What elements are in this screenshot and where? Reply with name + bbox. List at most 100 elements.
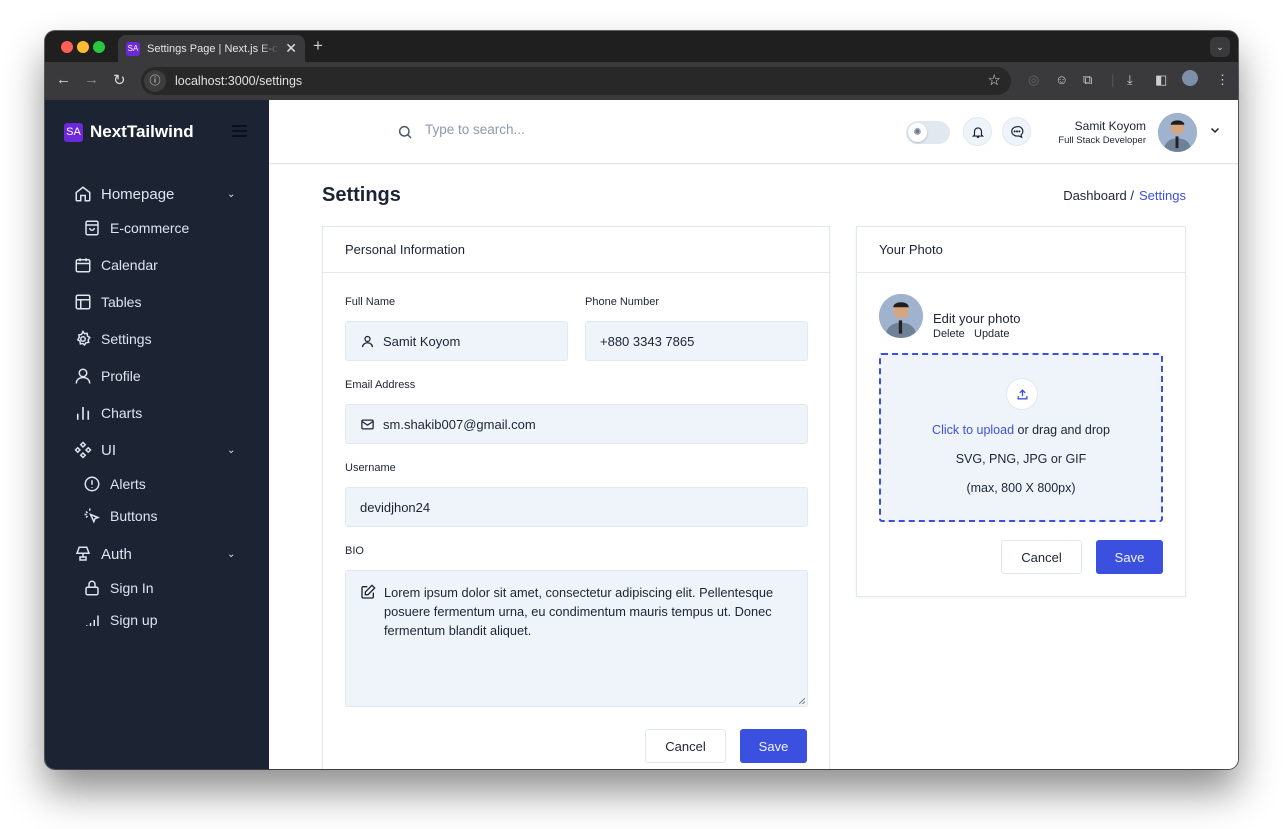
breadcrumb: Dashboard / Settings — [1063, 188, 1186, 203]
signal-icon — [86, 615, 99, 626]
save-button[interactable]: Save — [740, 729, 807, 763]
sync-icon[interactable]: ◎ — [1028, 72, 1039, 88]
brand-logo: SA — [64, 122, 83, 142]
bar-chart-icon — [76, 407, 90, 420]
brand-name: NextTailwind — [90, 122, 194, 141]
address-bar[interactable]: ⓘ localhost:3000/settings ☆ — [141, 67, 1011, 95]
chevron-down-icon[interactable]: ⌄ — [227, 445, 235, 456]
upload-instructions: Click to upload or drag and drop — [881, 423, 1161, 437]
dark-mode-toggle[interactable]: ✺ — [906, 121, 950, 144]
sidebar-item-ui[interactable]: UI — [74, 441, 116, 459]
sidebar-item-label: Settings — [101, 331, 152, 347]
calendar-icon — [75, 258, 91, 273]
toolbar-divider: | — [1111, 72, 1115, 87]
sidebar-item-ecommerce[interactable]: E-commerce — [83, 219, 189, 237]
maximize-window-button[interactable] — [93, 41, 105, 53]
search-input[interactable] — [425, 122, 725, 137]
breadcrumb-dashboard[interactable]: Dashboard / — [1063, 188, 1134, 203]
cancel-button[interactable]: Cancel — [1001, 540, 1082, 574]
avatar[interactable] — [1158, 113, 1197, 152]
browser-toolbar: ← → ↻ ⓘ localhost:3000/settings ☆ ◎ ☺ ⧉ … — [45, 62, 1238, 100]
sidebar-item-buttons[interactable]: Buttons — [83, 507, 157, 525]
phone-label: Phone Number — [585, 296, 659, 308]
sidebar-item-charts[interactable]: Charts — [74, 404, 142, 422]
username-field[interactable]: devidjhon24 — [345, 487, 808, 527]
extension-icon[interactable]: ⧉ — [1083, 72, 1092, 88]
sidebar-item-label: Sign In — [110, 580, 154, 596]
update-photo-button[interactable]: Update — [974, 328, 1009, 340]
chevron-down-icon[interactable]: ⌄ — [227, 189, 235, 200]
menu-icon[interactable]: ⋮ — [1216, 72, 1229, 88]
save-button[interactable]: Save — [1096, 540, 1163, 574]
brand[interactable]: SA NextTailwind — [64, 122, 194, 142]
card-heading: Personal Information — [323, 227, 829, 273]
sidebar-item-profile[interactable]: Profile — [74, 367, 141, 385]
minimize-window-button[interactable] — [77, 41, 89, 53]
lock-icon — [85, 580, 99, 596]
drag-drop-text: or drag and drop — [1014, 423, 1110, 437]
url-text[interactable]: localhost:3000/settings — [175, 74, 302, 88]
app: SA NextTailwind Homepage ⌄ E-commerce Ca… — [45, 100, 1238, 769]
profile-icon[interactable] — [1182, 70, 1198, 86]
tab-strip: SA Settings Page | Next.js E-commerce ✕ … — [45, 31, 1238, 62]
home-icon — [75, 186, 91, 202]
page-title: Settings — [322, 184, 401, 206]
click-to-upload-link[interactable]: Click to upload — [932, 423, 1014, 437]
full-name-field[interactable]: Samit Koyom — [345, 321, 568, 361]
sidebar-item-homepage[interactable]: Homepage — [74, 185, 174, 203]
reload-icon[interactable]: ↻ — [113, 71, 126, 89]
email-field[interactable]: sm.shakib007@gmail.com — [345, 404, 808, 444]
new-tab-icon[interactable]: + — [313, 36, 323, 56]
sidebar-item-label: Tables — [101, 294, 142, 310]
download-icon[interactable]: ⤓ — [1127, 72, 1133, 88]
hamburger-icon[interactable] — [232, 125, 247, 140]
star-icon[interactable]: ☆ — [988, 71, 1001, 89]
search-icon[interactable] — [397, 124, 413, 140]
upload-formats: SVG, PNG, JPG or GIF — [955, 452, 1087, 466]
edit-icon — [361, 584, 376, 599]
forward-icon[interactable]: → — [84, 71, 99, 88]
info-icon[interactable]: ⓘ — [144, 70, 166, 92]
sidebar-item-sign-up[interactable]: Sign up — [83, 611, 157, 629]
sidebar-item-settings[interactable]: Settings — [74, 330, 152, 348]
phone-value: +880 3343 7865 — [600, 333, 695, 349]
chevron-down-icon[interactable]: ⌄ — [227, 549, 235, 560]
close-window-button[interactable] — [61, 41, 73, 53]
photo-avatar — [879, 294, 923, 338]
cancel-button[interactable]: Cancel — [645, 729, 726, 763]
file-upload-dropzone[interactable]: Click to upload or drag and drop SVG, PN… — [879, 353, 1163, 522]
full-name-label: Full Name — [345, 296, 396, 308]
tab-close-icon[interactable]: ✕ — [285, 40, 297, 57]
email-value: sm.shakib007@gmail.com — [383, 416, 536, 432]
sidebar: SA NextTailwind Homepage ⌄ E-commerce Ca… — [45, 100, 269, 769]
extension-avatar-icon[interactable]: ☺ — [1055, 72, 1068, 87]
user-role: Full Stack Developer — [1058, 135, 1146, 146]
tab-search-icon[interactable]: ⌄ — [1210, 37, 1230, 57]
sidebar-item-label: Buttons — [110, 508, 158, 524]
user-icon — [75, 368, 91, 384]
username-value: devidjhon24 — [360, 499, 431, 515]
browser-tab[interactable]: SA Settings Page | Next.js E-commerce ✕ — [118, 35, 305, 62]
sidebar-item-auth[interactable]: Auth — [74, 545, 132, 563]
full-name-value: Samit Koyom — [383, 333, 461, 349]
messages-button[interactable] — [1002, 117, 1031, 146]
upload-max-size: (max, 800 X 800px) — [966, 481, 1076, 495]
bio-textarea[interactable]: Lorem ipsum dolor sit amet, consectetur … — [345, 570, 808, 707]
sidebar-item-calendar[interactable]: Calendar — [74, 256, 158, 274]
card-heading: Your Photo — [857, 227, 1185, 273]
chevron-down-icon[interactable] — [1209, 124, 1221, 136]
resize-handle[interactable] — [799, 698, 805, 704]
back-icon[interactable]: ← — [56, 71, 71, 88]
tab-title: Settings Page | Next.js E-commerce — [147, 42, 279, 55]
username-label: Username — [345, 462, 396, 474]
sidebar-item-sign-in[interactable]: Sign In — [83, 579, 154, 597]
sidepanel-icon[interactable]: ◧ — [1155, 72, 1167, 88]
pointer-click-icon — [84, 508, 101, 524]
sidebar-item-tables[interactable]: Tables — [74, 293, 141, 311]
tab-favicon: SA — [126, 41, 140, 56]
phone-field[interactable]: +880 3343 7865 — [585, 321, 808, 361]
notification-button[interactable] — [963, 117, 992, 146]
delete-photo-button[interactable]: Delete — [933, 328, 965, 340]
personal-info-card: Personal Information Full Name Samit Koy… — [322, 226, 830, 769]
sidebar-item-alerts[interactable]: Alerts — [83, 475, 146, 493]
